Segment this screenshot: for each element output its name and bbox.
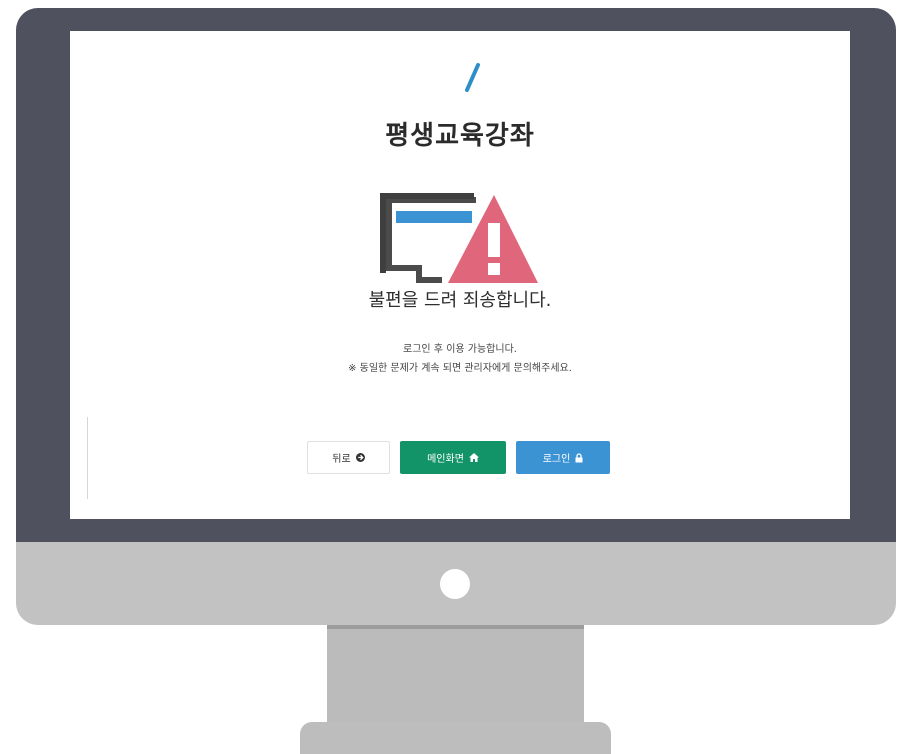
home-icon [468, 453, 479, 462]
slash-logo-icon [465, 63, 480, 92]
home-button[interactable]: 메인화면 [400, 441, 506, 474]
back-button-label: 뒤로 [332, 454, 351, 465]
page-root: 평생교육강좌 불편을 드려 죄송합니다. 로그인 후 이용 가능합니다. ※ 동… [0, 0, 906, 754]
circle-arrow-icon [355, 453, 365, 462]
back-button[interactable]: 뒤로 [307, 441, 390, 474]
monitor-screen: 평생교육강좌 불편을 드려 죄송합니다. 로그인 후 이용 가능합니다. ※ 동… [70, 31, 850, 519]
monitor-stand-base [300, 722, 611, 754]
divider [87, 417, 88, 499]
error-message-line: 로그인 후 이용 가능합니다. [403, 344, 517, 355]
error-contact-note: ※ 동일한 문제가 계속 되면 관리자에게 문의해주세요. [348, 363, 572, 374]
home-button-label: 메인화면 [427, 454, 464, 465]
login-button-label: 로그인 [542, 454, 571, 465]
monitor-warning-icon [380, 193, 538, 283]
power-button-icon [440, 569, 470, 599]
error-heading: 불편을 드려 죄송합니다. [368, 290, 552, 311]
lock-icon [575, 452, 583, 463]
login-button[interactable]: 로그인 [516, 441, 610, 474]
monitor-stand-neck [327, 625, 584, 726]
page-title: 평생교육강좌 [385, 121, 535, 151]
